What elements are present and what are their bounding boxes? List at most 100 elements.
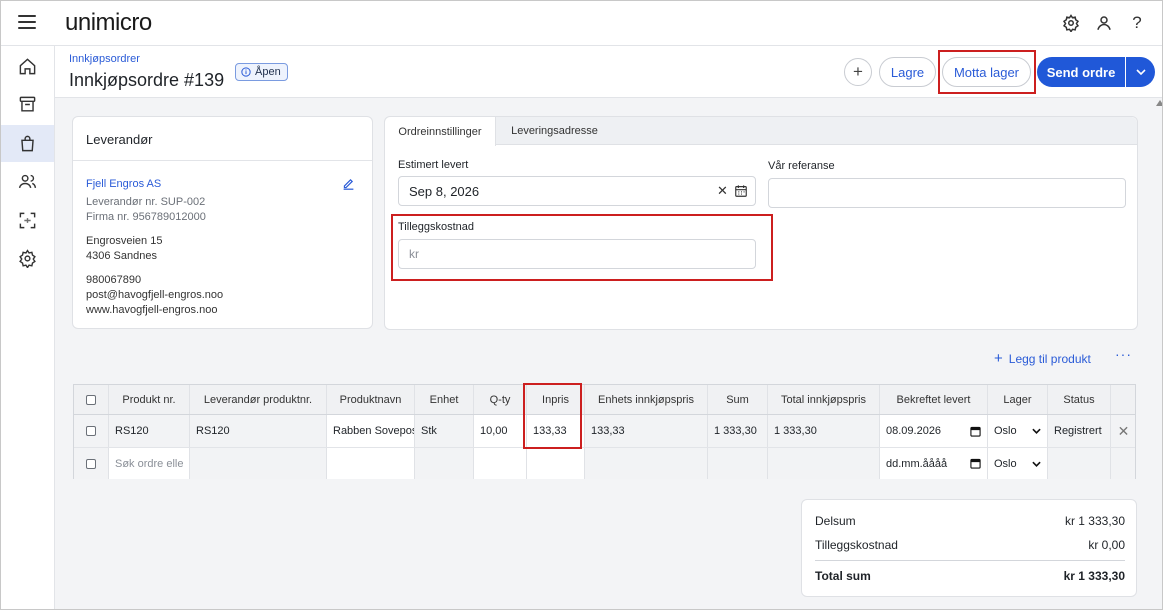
help-icon[interactable]: ?	[1127, 13, 1147, 33]
sidebar-item-settings[interactable]	[1, 240, 54, 277]
cell-warehouse[interactable]: Oslo	[988, 415, 1048, 447]
new-row-warehouse[interactable]: Oslo	[988, 448, 1048, 479]
new-row-status	[1048, 448, 1111, 479]
new-row-unit-purchase-price	[585, 448, 708, 479]
column-header[interactable]: Enhet	[415, 385, 474, 414]
estimated-delivery-value: Sep 8, 2026	[409, 183, 480, 199]
new-row-product-name[interactable]	[327, 448, 415, 479]
sidebar-item-home[interactable]	[1, 48, 54, 85]
supplier-name-link[interactable]: Fjell Engros AS	[86, 178, 161, 190]
calendar-icon[interactable]	[970, 426, 981, 437]
new-row-supplier-product-no[interactable]	[190, 448, 327, 479]
cell-product-name[interactable]: Rabben Sovepose	[327, 415, 415, 447]
add-product-button[interactable]: + Legg til produkt	[994, 350, 1091, 367]
our-reference-input[interactable]	[768, 178, 1126, 208]
pencil-edit-icon[interactable]	[342, 177, 356, 191]
row-checkbox[interactable]	[86, 426, 96, 436]
tab-delivery-address[interactable]: Leveringsadresse	[497, 117, 612, 145]
add-button[interactable]: +	[844, 58, 872, 86]
estimated-delivery-input[interactable]: Sep 8, 2026 ✕	[398, 176, 756, 206]
delete-row-close-icon[interactable]: ✕	[1118, 423, 1130, 440]
supplier-phone: 980067890	[86, 274, 142, 286]
sidebar-item-contacts[interactable]	[1, 163, 54, 200]
our-reference-label: Vår referanse	[768, 160, 835, 172]
menu-icon[interactable]	[18, 15, 36, 31]
cell-unit-purchase-price: 133,33	[585, 415, 708, 447]
settings-gear-icon[interactable]	[1061, 13, 1081, 33]
app-logo[interactable]: unimicro	[65, 9, 152, 37]
subtotal-value: kr 1 333,30	[1064, 514, 1125, 528]
extra-cost-total-value: kr 0,00	[1088, 538, 1125, 552]
save-button[interactable]: Lagre	[879, 57, 936, 87]
column-header[interactable]: Enhets innkjøpspris	[585, 385, 708, 414]
scroll-up-arrow-icon[interactable]	[1156, 100, 1162, 106]
archive-icon	[19, 96, 36, 112]
column-header[interactable]: Total innkjøpspris	[768, 385, 880, 414]
column-header[interactable]: Sum	[708, 385, 768, 414]
product-table: Produkt nr. Leverandør produktnr. Produk…	[73, 384, 1136, 479]
new-row-actions	[1111, 448, 1136, 479]
totals-card: Delsum kr 1 333,30 Tilleggskostnad kr 0,…	[801, 499, 1137, 597]
page-title: Innkjøpsordre #139	[69, 70, 225, 90]
new-row-unit[interactable]	[415, 448, 474, 479]
cell-supplier-product-no[interactable]: RS120	[190, 415, 327, 447]
cell-confirmed-delivery[interactable]: 08.09.2026	[880, 415, 988, 447]
product-search-input[interactable]: Søk ordre elle	[109, 448, 190, 479]
cell-row-actions: ✕	[1111, 415, 1136, 447]
column-header[interactable]: Leverandør produktnr.	[190, 385, 327, 414]
column-header[interactable]: Produkt nr.	[109, 385, 190, 414]
extra-cost-placeholder: kr	[409, 247, 419, 261]
new-row-checkbox[interactable]	[86, 458, 96, 469]
total-value: kr 1 333,30	[1063, 569, 1125, 583]
table-header-row: Produkt nr. Leverandør produktnr. Produk…	[74, 385, 1135, 415]
calendar-icon[interactable]	[734, 184, 748, 198]
column-header[interactable]: Lager	[988, 385, 1048, 414]
column-header[interactable]: Status	[1048, 385, 1111, 414]
select-all-checkbox[interactable]	[86, 394, 96, 405]
user-icon[interactable]	[1094, 13, 1114, 33]
column-header[interactable]: Q-ty	[474, 385, 527, 414]
sidebar	[1, 46, 55, 609]
top-bar: unimicro ?	[1, 1, 1162, 46]
app-window: unimicro ? Innkjøpsordrer Innkjøpsordre …	[0, 0, 1163, 610]
new-row-sum	[708, 448, 768, 479]
receive-stock-button[interactable]: Motta lager	[942, 57, 1031, 87]
warehouse-value: Oslo	[994, 425, 1017, 437]
info-icon	[241, 67, 251, 77]
column-header[interactable]: Inpris	[527, 385, 585, 414]
sidebar-item-archive[interactable]	[1, 86, 54, 123]
total-label: Total sum	[815, 569, 871, 583]
new-row-qty[interactable]	[474, 448, 527, 479]
send-order-button[interactable]: Send ordre	[1037, 57, 1125, 87]
tab-order-settings[interactable]: Ordreinnstillinger	[385, 117, 496, 146]
table-row[interactable]: RS120 RS120 Rabben Sovepose Stk 10,00 13…	[74, 415, 1135, 448]
status-badge: Åpen	[235, 63, 288, 81]
cell-qty[interactable]: 10,00	[474, 415, 527, 447]
new-row-confirmed-delivery[interactable]: dd.mm.åååå	[880, 448, 988, 479]
supplier-org-number: Firma nr. 956789012000	[86, 211, 206, 223]
estimated-delivery-label: Estimert levert	[398, 159, 469, 171]
cell-product-no[interactable]: RS120	[109, 415, 190, 447]
column-header[interactable]: Bekreftet levert	[880, 385, 988, 414]
send-options-chevron-down-icon[interactable]	[1126, 57, 1155, 87]
scan-icon	[19, 212, 36, 229]
cell-in-price[interactable]: 133,33	[527, 415, 585, 447]
cell-unit[interactable]: Stk	[415, 415, 474, 447]
supplier-card: Leverandør Fjell Engros AS Leverandør nr…	[72, 116, 373, 329]
extra-cost-input[interactable]: kr	[398, 239, 756, 269]
sidebar-item-scan[interactable]	[1, 202, 54, 239]
more-options-icon[interactable]: ···	[1115, 346, 1132, 362]
calendar-icon[interactable]	[970, 458, 981, 469]
divider	[73, 160, 372, 161]
sidebar-item-purchase[interactable]	[1, 125, 54, 162]
supplier-postal: 4306 Sandnes	[86, 250, 157, 262]
new-row[interactable]: Søk ordre elle dd.mm.åååå Oslo	[74, 448, 1135, 479]
new-row-warehouse-value: Oslo	[994, 457, 1017, 470]
supplier-street: Engrosveien 15	[86, 235, 163, 247]
column-header[interactable]: Produktnavn	[327, 385, 415, 414]
new-row-in-price[interactable]	[527, 448, 585, 479]
breadcrumb[interactable]: Innkjøpsordrer	[69, 53, 140, 65]
add-product-label: Legg til produkt	[1008, 351, 1091, 366]
clear-icon[interactable]: ✕	[717, 183, 728, 199]
row-select-cell	[74, 415, 109, 447]
